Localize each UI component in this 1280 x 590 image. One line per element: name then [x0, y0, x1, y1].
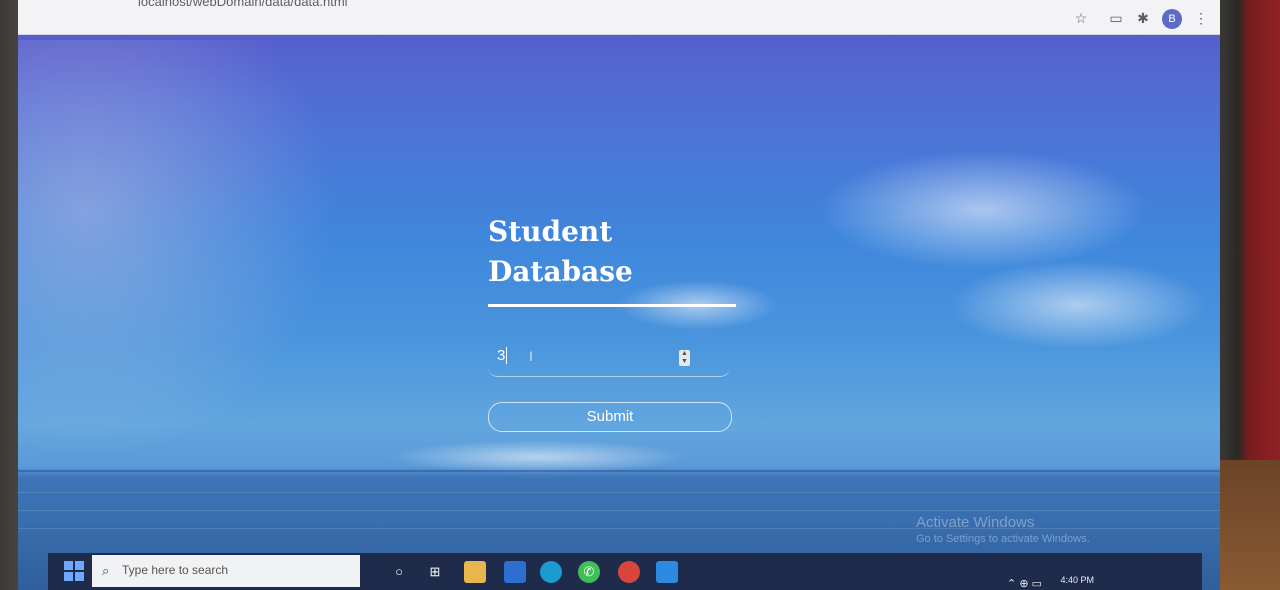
whatsapp-icon[interactable]: ✆: [578, 561, 600, 583]
windows-start-icon[interactable]: [64, 561, 84, 581]
search-icon: ⌕: [102, 563, 110, 578]
extensions-icon[interactable]: ✱: [1134, 9, 1152, 27]
background-haze: [18, 40, 338, 460]
file-explorer-icon[interactable]: [464, 561, 486, 583]
task-view-icon[interactable]: ⊞: [424, 561, 446, 583]
address-bar[interactable]: localhost/webDomain/data/data.html: [138, 0, 348, 9]
clock[interactable]: 4:40 PM: [1060, 575, 1094, 585]
vscode-icon[interactable]: [656, 561, 678, 583]
taskbar: ⌕ Type here to search ○ ⊞ ✆ ⌃ ⊕ ▭ 4:40 P…: [48, 553, 1202, 590]
chrome-icon[interactable]: [618, 561, 640, 583]
number-spinner-icon[interactable]: ▲ ▼: [679, 350, 690, 366]
text-caret: [506, 347, 507, 364]
sea-wave: [18, 492, 1220, 493]
submit-button[interactable]: Submit: [488, 402, 732, 432]
cortana-icon[interactable]: ○: [388, 561, 410, 583]
edge-icon[interactable]: [540, 561, 562, 583]
sea-wave: [18, 510, 1220, 511]
store-icon[interactable]: [504, 561, 526, 583]
watermark-title: Activate Windows: [916, 514, 1035, 531]
cloud: [948, 260, 1208, 350]
star-icon[interactable]: ☆: [1072, 9, 1090, 27]
page-title-line1: Student: [488, 215, 613, 248]
page-title-line2: Database: [488, 255, 633, 288]
horizon-line: [18, 470, 1220, 472]
avatar[interactable]: B: [1162, 9, 1182, 29]
browser-toolbar: localhost/webDomain/data/data.html ☆ ▭ ✱…: [18, 0, 1220, 35]
taskbar-search[interactable]: ⌕ Type here to search: [92, 555, 360, 587]
title-underline: [488, 304, 736, 307]
cast-icon[interactable]: ▭: [1107, 9, 1125, 27]
number-input[interactable]: 3 I ▲ ▼: [488, 342, 730, 377]
watermark-subtitle: Go to Settings to activate Windows.: [916, 533, 1090, 545]
menu-icon[interactable]: ⋮: [1192, 9, 1210, 27]
cloud: [388, 440, 688, 474]
screen: localhost/webDomain/data/data.html ☆ ▭ ✱…: [18, 0, 1220, 590]
ibeam-cursor-icon: I: [529, 348, 533, 364]
student-form: Student Database 3 I ▲ ▼ Submit: [488, 212, 748, 432]
activate-windows-watermark: Activate Windows Go to Settings to activ…: [916, 514, 1090, 545]
cloud: [818, 150, 1148, 270]
system-tray-icons[interactable]: ⌃ ⊕ ▭: [1007, 577, 1042, 590]
search-placeholder: Type here to search: [122, 563, 229, 577]
number-input-value: 3: [497, 347, 506, 364]
